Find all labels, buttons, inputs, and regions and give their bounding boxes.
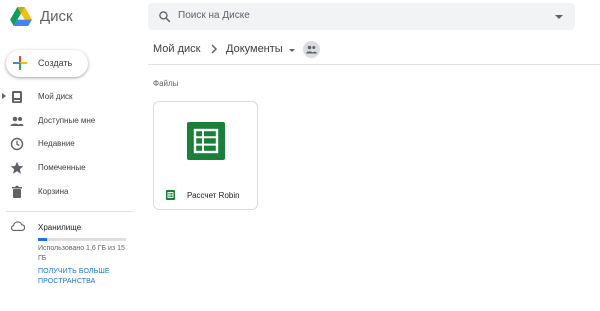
trash-icon: [12, 185, 22, 198]
sidebar-item-trash[interactable]: Корзина: [0, 183, 134, 201]
sidebar-item-label: Помеченные: [38, 163, 86, 172]
sidebar-item-label: Мой диск: [38, 92, 73, 101]
storage-usage-text: Использовано 1,6 ГБ из 15 ГБ: [38, 245, 125, 262]
shared-people-icon: [306, 45, 317, 54]
sidebar-item-my-drive[interactable]: Мой диск: [0, 88, 134, 106]
shared-folder-badge[interactable]: [303, 41, 320, 58]
file-name: Рассчет Robin: [187, 191, 240, 200]
clock-icon: [10, 137, 24, 151]
storage-title: Хранилище: [38, 223, 82, 232]
people-icon: [10, 116, 24, 126]
cloud-icon: [11, 221, 25, 231]
sidebar-item-shared[interactable]: Доступные мне: [0, 112, 134, 130]
app-title: Диск: [40, 8, 73, 25]
breadcrumb-root[interactable]: Мой диск: [153, 43, 200, 55]
drive-logo-icon: [10, 7, 32, 26]
expand-caret-icon[interactable]: [2, 93, 6, 99]
sidebar-item-label: Недавние: [38, 139, 75, 148]
get-more-storage-link[interactable]: Получить больше пространства: [38, 267, 133, 287]
create-button[interactable]: Создать: [6, 50, 88, 77]
storage-usage-bar: [38, 238, 126, 241]
sidebar-item-label: Корзина: [38, 187, 69, 196]
search-bar[interactable]: Поиск на Диске: [148, 3, 575, 30]
folder-menu-caret-icon[interactable]: [289, 49, 295, 52]
content-divider: [148, 64, 600, 65]
plus-icon: [13, 56, 27, 70]
storage-usage-fill: [38, 238, 48, 241]
sidebar-item-label: Доступные мне: [38, 116, 96, 125]
breadcrumb-current-folder[interactable]: Документы: [226, 43, 283, 55]
search-options-caret-icon[interactable]: [555, 15, 563, 19]
files-section-title: Файлы: [153, 79, 179, 88]
spreadsheet-type-icon: [166, 190, 175, 200]
file-card[interactable]: Рассчет Robin: [153, 101, 258, 210]
my-drive-icon: [12, 91, 22, 103]
sidebar-item-recent[interactable]: Недавние: [0, 135, 134, 153]
spreadsheet-icon: [187, 122, 225, 160]
star-icon: [10, 161, 24, 174]
file-thumbnail: [154, 102, 257, 180]
sidebar-divider: [6, 211, 133, 212]
search-icon[interactable]: [158, 10, 171, 23]
search-input[interactable]: Поиск на Диске: [178, 10, 250, 21]
file-name-row: Рассчет Robin: [154, 180, 257, 210]
sidebar-item-starred[interactable]: Помеченные: [0, 159, 134, 177]
chevron-right-icon: [211, 44, 218, 54]
create-button-label: Создать: [38, 58, 73, 68]
